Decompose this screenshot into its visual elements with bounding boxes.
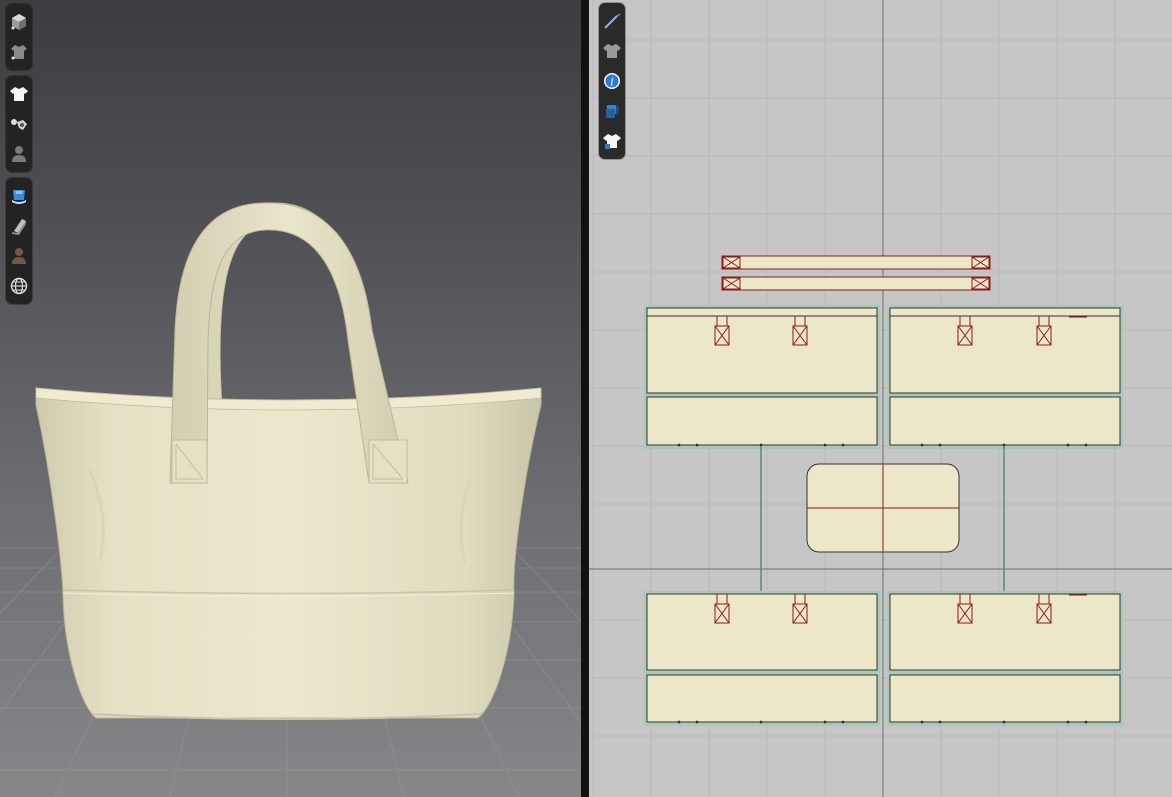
tote-bag-3d-garment[interactable]: [0, 0, 581, 797]
info-icon[interactable]: i: [599, 66, 625, 96]
render-toolbar: [6, 178, 32, 304]
handle-strap-2[interactable]: [721, 276, 991, 291]
pattern-toolbar: i: [599, 3, 625, 159]
thickness-icon[interactable]: [6, 211, 32, 241]
display-toolbar: [6, 4, 32, 70]
2d-pattern-window[interactable]: i: [589, 0, 1172, 797]
front-lower-right[interactable]: [887, 394, 1123, 449]
tshirt-icon[interactable]: [6, 79, 32, 109]
3d-viewport[interactable]: [0, 0, 581, 797]
viewport-splitter[interactable]: [581, 0, 589, 797]
avatar-icon[interactable]: [6, 139, 32, 169]
back-upper-right[interactable]: [887, 591, 1123, 673]
front-upper-right[interactable]: [887, 305, 1123, 396]
svg-text:i: i: [610, 76, 614, 89]
bottom-panel[interactable]: [806, 463, 960, 553]
globe-icon[interactable]: [6, 271, 32, 301]
back-upper-left[interactable]: [644, 591, 880, 673]
clo-style-workspace: i: [0, 0, 1172, 797]
handle-strap-1[interactable]: [721, 255, 991, 270]
garment-toolbar: [6, 76, 32, 172]
fabric-texture-icon[interactable]: [599, 96, 625, 126]
texture-surface-icon[interactable]: [6, 181, 32, 211]
back-lower-left[interactable]: [644, 672, 880, 726]
garment-settings-icon[interactable]: [6, 37, 32, 67]
cube-icon[interactable]: [6, 7, 32, 37]
back-lower-right[interactable]: [887, 672, 1123, 726]
pattern-canvas[interactable]: [589, 0, 1172, 797]
pin-tools-icon[interactable]: [6, 109, 32, 139]
needle-icon[interactable]: [599, 6, 625, 36]
front-upper-left[interactable]: [644, 305, 880, 396]
avatar-texture-icon[interactable]: [6, 241, 32, 271]
front-lower-left[interactable]: [644, 394, 880, 449]
shirt-gray-icon[interactable]: [599, 36, 625, 66]
shirt-grain-icon[interactable]: [599, 126, 625, 156]
